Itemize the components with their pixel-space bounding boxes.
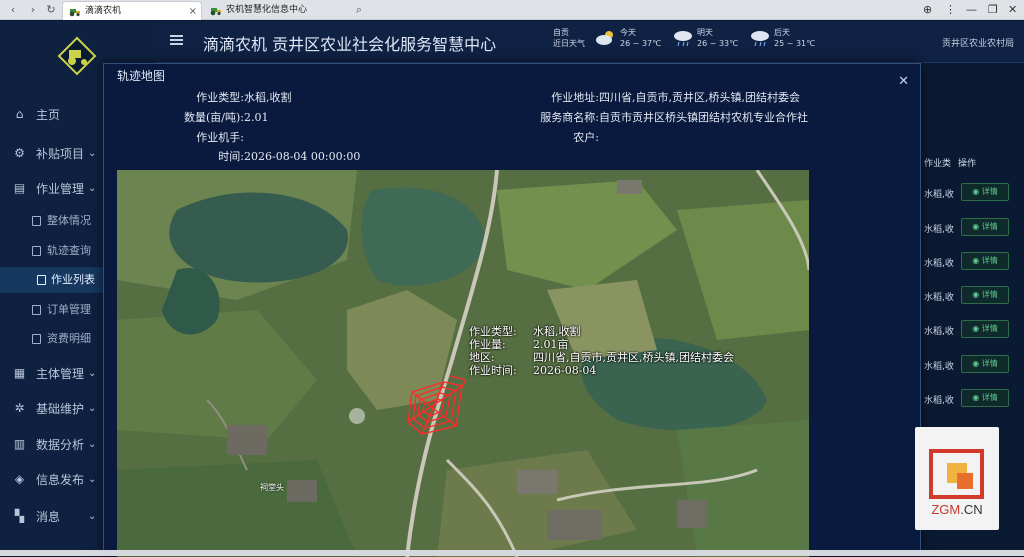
eye-icon: ◉ [972,222,982,231]
eye-icon: ◉ [972,324,982,333]
dialog-title: 轨迹地图 [117,69,166,83]
detail-button[interactable]: ◉ 详情 [961,320,1009,338]
chart-icon: ▥ [13,437,26,451]
back-icon[interactable]: ‹ [6,3,20,17]
close-window-icon[interactable]: ✕ [1008,3,1017,17]
watermark: ZGM.CN [915,427,999,530]
field-time: 时间:2026-08-04 00:00:00 [218,150,361,163]
field-machine-operator: 作业机手: [196,131,244,144]
field-job-type: 作业类型:水稻,收割 [196,91,292,104]
chevron-down-icon: ⌄ [88,511,97,522]
close-icon[interactable]: ✕ [898,75,909,88]
place-label: 祠堂头 [260,483,284,492]
home-icon: ⌂ [15,107,24,121]
refresh-icon[interactable]: ↻ [44,3,58,17]
table-cell-type: 水稻,收 [924,190,954,200]
satellite-map[interactable]: 作业类型: 水稻,收割 作业量: 2.01亩 地区: 四川省,自贡市,贡井区,桥头镇,… [117,170,809,557]
col-header-type: 作业类 [924,159,952,169]
forward-icon[interactable]: › [26,3,40,17]
col-header-action: 操作 [958,159,977,169]
browser-tabbar: ‹ › ↻ 滴滴农机 × 农机智慧化信息中心 ⌕ ⊕ ⋮ — ❐ ✕ [0,0,1024,20]
detail-label: 详情 [981,393,998,402]
table-cell-type: 水稻,收 [924,396,954,406]
doc-icon [32,305,41,315]
detail-label: 详情 [981,290,998,299]
detail-button[interactable]: ◉ 详情 [961,389,1009,407]
chevron-down-icon: ⌄ [88,474,97,485]
menu-icon[interactable]: ⋮ [945,3,956,17]
gear-icon: ⚙ [14,146,25,160]
detail-label: 详情 [981,187,998,196]
menu-toggle-icon[interactable] [170,35,183,46]
field-farmer: 农户: [573,131,599,144]
rain-cloud-icon [751,31,769,47]
detail-label: 详情 [981,222,998,231]
megaphone-icon: ◈ [14,472,25,486]
minimize-icon[interactable]: — [966,3,977,17]
eye-icon: ◉ [972,290,982,299]
chevron-down-icon: ⌄ [88,403,97,414]
taskbar [0,550,1024,556]
eye-icon: ◉ [972,393,982,402]
cog-icon: ✲ [14,401,25,415]
cloud-sun-icon [596,31,613,45]
doc-icon: ▤ [13,181,26,195]
field-address: 作业地址:四川省,自贡市,贡井区,桥头镇,团结村委会 [551,91,800,104]
app-title: 滴滴农机 贡井区农业社会化服务智慧中心 [203,35,497,54]
logo [57,36,97,76]
detail-button[interactable]: ◉ 详情 [961,218,1009,236]
tractor-icon [69,9,80,17]
chevron-down-icon: ⌄ [88,148,97,159]
chevron-down-icon: ⌄ [88,183,97,194]
rain-cloud-icon [674,31,692,47]
table-cell-type: 水稻,收 [924,259,954,269]
tab-didi[interactable]: 滴滴农机 × [62,1,202,20]
globe-icon[interactable]: ⊕ [923,3,932,17]
map-popup: 作业类型: 水稻,收割 作业量: 2.01亩 地区: 四川省,自贡市,贡井区,桥头镇,… [469,325,734,377]
tractor-icon [210,8,221,16]
detail-button[interactable]: ◉ 详情 [961,355,1009,373]
detail-button[interactable]: ◉ 详情 [961,183,1009,201]
eye-icon: ◉ [972,359,982,368]
app-header: 滴滴农机 贡井区农业社会化服务智慧中心 自贡 近日天气 今天 26 ~ 37℃ … [155,21,1024,63]
maximize-icon[interactable]: ❐ [988,3,998,17]
work-track-path [407,375,466,435]
zgm-logo-icon [929,449,984,499]
detail-label: 详情 [981,256,998,265]
doc-icon [32,216,41,226]
tab-label: 滴滴农机 [85,6,122,16]
eye-icon: ◉ [972,256,982,265]
tab-info-center[interactable]: 农机智慧化信息中心 [204,1,344,20]
eye-icon: ◉ [972,187,982,196]
field-provider: 服务商名称:自贡市贡井区桥头镇团结村农机专业合作社 [540,111,808,124]
tab-label: 农机智慧化信息中心 [226,5,308,15]
field-quantity: 数量(亩/吨):2.01 [184,111,269,124]
table-cell-type: 水稻,收 [924,362,954,372]
org-name[interactable]: 贡井区农业农村局 [942,36,1014,49]
chevron-down-icon: ⌄ [88,368,97,379]
detail-button[interactable]: ◉ 详情 [961,252,1009,270]
chevron-down-icon: ⌄ [88,439,97,450]
table-cell-type: 水稻,收 [924,327,954,337]
detail-button[interactable]: ◉ 详情 [961,286,1009,304]
search-icon[interactable]: ⌕ [352,3,366,17]
doc-icon [32,246,41,256]
table-cell-type: 水稻,收 [924,225,954,235]
close-tab-icon[interactable]: × [189,2,197,21]
grid-icon: ▚ [14,509,25,523]
table-cell-type: 水稻,收 [924,293,954,303]
building-icon: ▦ [13,366,26,380]
track-map-dialog: 轨迹地图 ✕ 作业类型:水稻,收割 数量(亩/吨):2.01 作业机手: 时间:… [103,63,921,557]
watermark-text: ZGM.CN [931,502,983,517]
detail-label: 详情 [981,359,998,368]
doc-icon [32,334,41,344]
detail-label: 详情 [981,324,998,333]
doc-icon [37,275,46,285]
